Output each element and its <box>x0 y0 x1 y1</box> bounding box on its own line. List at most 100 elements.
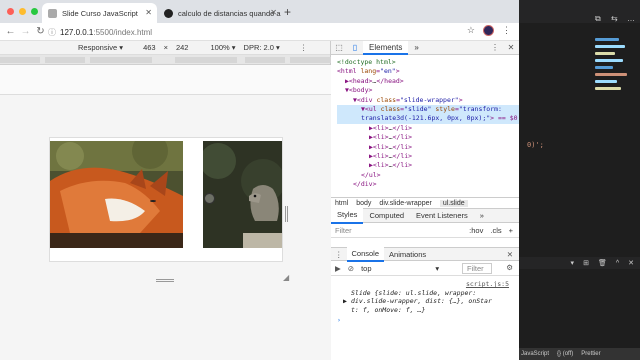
forward-icon[interactable]: → <box>18 26 33 37</box>
menu-icon[interactable]: ⋮ <box>487 43 503 52</box>
new-tab-button[interactable]: + <box>284 5 291 19</box>
editor-titlebar: ⧉ ⇆ … <box>519 0 640 23</box>
code-snippet: 0)'; <box>527 141 544 149</box>
dom-node[interactable]: ▼<body> <box>337 86 519 95</box>
media-query-bar[interactable] <box>0 55 331 65</box>
more-tabs-button[interactable]: » <box>408 41 424 55</box>
squirrel-image[interactable] <box>203 141 282 248</box>
page-icon <box>48 8 57 18</box>
styles-tab[interactable]: Computed <box>363 209 410 223</box>
styles-tab[interactable]: Styles <box>331 207 364 224</box>
tab-elements[interactable]: Elements <box>363 40 409 55</box>
device-height-input[interactable]: 242 <box>176 43 189 52</box>
console-filter-input[interactable]: Filter <box>462 263 492 274</box>
reload-icon[interactable]: ↻ <box>33 26 48 37</box>
viewport-stage: ◢ <box>0 95 331 360</box>
dom-node[interactable]: ▶<li>…</li> <box>337 124 519 133</box>
styles-tab[interactable]: Event Listeners <box>410 209 474 223</box>
cls-toggle[interactable]: .cls <box>490 226 501 235</box>
dom-node[interactable]: translate3d(-121.6px, 0px, 0px);"> == $0 <box>337 114 519 124</box>
compare-icon[interactable]: ⇆ <box>611 14 618 23</box>
dom-node[interactable]: <html lang="en"> <box>337 67 519 76</box>
device-toggle-icon[interactable]: ▯ <box>347 43 363 52</box>
tab-slide-curso[interactable]: Slide Curso JavaScript ✕ <box>42 3 157 23</box>
settings-icon[interactable]: ⚙ <box>506 263 513 272</box>
styles-tab[interactable]: » <box>474 209 490 223</box>
add-terminal-icon[interactable]: ⊞ <box>583 259 589 267</box>
maximize-icon[interactable]: ^ <box>616 260 619 267</box>
breadcrumb-item[interactable]: body <box>356 200 371 207</box>
more-options-icon[interactable]: ⋮ <box>300 43 308 52</box>
dom-tree[interactable]: <!doctype html> <html lang="en"> ▶<head>…<… <box>331 55 519 197</box>
context-select[interactable]: top ▾ <box>361 264 439 273</box>
maximize-window-button[interactable] <box>31 8 38 15</box>
star-icon[interactable]: ☆ <box>467 25 475 36</box>
close-window-button[interactable] <box>7 8 14 15</box>
breadcrumb-item[interactable]: div.slide-wrapper <box>379 200 431 207</box>
dom-node[interactable]: ▼<ul class="slide" style="transform: <box>337 105 519 115</box>
close-icon[interactable]: ✕ <box>270 8 277 17</box>
tab-animations[interactable]: Animations <box>384 248 431 261</box>
new-rule-button[interactable]: + <box>509 226 513 235</box>
styles-filter-input[interactable]: Filter <box>335 226 352 235</box>
tab-bar: Slide Curso JavaScript ✕ calculo de dist… <box>0 0 519 23</box>
trash-icon[interactable]: 🗑 <box>598 259 607 267</box>
console-prompt[interactable]: › <box>337 316 513 325</box>
close-icon[interactable]: ✕ <box>145 8 152 17</box>
github-icon <box>164 8 173 18</box>
breadcrumb-item[interactable]: ul.slide <box>439 199 468 207</box>
minimize-window-button[interactable] <box>19 8 26 15</box>
close-icon[interactable]: ✕ <box>507 250 519 259</box>
dom-node[interactable]: ▶<li>…</li> <box>337 161 519 170</box>
dom-node[interactable]: </div> <box>337 180 519 189</box>
avatar[interactable] <box>483 25 494 36</box>
dom-node[interactable]: ▶<li>…</li> <box>337 133 519 142</box>
device-mode-select[interactable]: Responsive ▾ <box>78 43 123 52</box>
console-source-link[interactable]: script.js:5 <box>337 280 513 289</box>
more-icon[interactable]: … <box>627 14 635 23</box>
dom-node[interactable]: ▶<li>…</li> <box>337 152 519 161</box>
drawer-menu-icon[interactable]: ⋮ <box>331 250 347 259</box>
console-log-line: Slide {slide: ul.slide, wrapper: <box>351 288 477 297</box>
zoom-select[interactable]: 100% ▾ <box>210 43 235 52</box>
dpr-select[interactable]: DPR: 2.0 ▾ <box>244 43 280 52</box>
times-sign: × <box>163 43 168 52</box>
console-log-line: t: f, onMove: f, …} <box>351 305 426 314</box>
tab-title: calculo de distancias quando a <box>178 8 281 18</box>
resize-handle-right[interactable] <box>285 206 288 222</box>
menu-icon[interactable]: ⋮ <box>502 25 511 36</box>
device-emulation-area: Responsive ▾ 463 × 242 100% ▾ DPR: 2.0 ▾… <box>0 41 331 360</box>
fox-image[interactable] <box>50 141 183 248</box>
close-icon[interactable]: ✕ <box>503 43 519 52</box>
breadcrumb-item[interactable]: html <box>335 200 348 207</box>
resize-handle-corner[interactable]: ◢ <box>283 273 289 282</box>
dom-node[interactable]: ▶<li>…</li> <box>337 143 519 152</box>
sidebar-toggle-icon[interactable]: ▶ <box>335 264 341 273</box>
split-terminal-icon[interactable]: ▾ <box>571 259 575 267</box>
dom-node[interactable]: ▶<head>…</head> <box>337 77 519 86</box>
language-mode[interactable]: JavaScript <box>521 351 549 357</box>
styles-filter-bar: Filter :hov .cls + <box>331 223 519 238</box>
resize-handle-bottom[interactable] <box>156 279 174 282</box>
clear-console-icon[interactable]: ⊘ <box>348 264 354 273</box>
device-width-input[interactable]: 463 <box>143 43 156 52</box>
page-top-area <box>0 65 331 95</box>
brackets-status[interactable]: {} (off) <box>557 351 573 357</box>
devtools-toolbar: ⬚ ▯ Elements » ⋮ ✕ <box>331 40 519 55</box>
dom-node[interactable]: ▼<div class="slide-wrapper"> <box>337 96 519 105</box>
dom-node[interactable]: <!doctype html> <box>337 58 519 67</box>
code-editor-background: ⧉ ⇆ … 0)'; ▾ ⊞ 🗑 ^ ✕ JavaScript {} (off)… <box>519 0 640 360</box>
tab-calculo[interactable]: calculo de distancias quando a ✕ <box>158 3 282 23</box>
dom-node[interactable]: </ul> <box>337 171 519 180</box>
hov-toggle[interactable]: :hov <box>469 226 483 235</box>
split-icon[interactable]: ⧉ <box>595 14 601 24</box>
info-icon[interactable]: ⓘ <box>48 27 56 38</box>
prettier-status[interactable]: Prettier <box>581 351 600 357</box>
tab-console[interactable]: Console <box>346 246 385 262</box>
close-icon[interactable]: ✕ <box>628 259 634 267</box>
emulated-page[interactable] <box>50 138 282 261</box>
inspect-icon[interactable]: ⬚ <box>331 43 347 52</box>
back-icon[interactable]: ← <box>3 26 18 37</box>
console-log-line[interactable]: ▶ div.slide-wrapper, dist: {…}, onStar <box>337 297 513 306</box>
address-bar[interactable]: ⓘ 127.0.0.1:5500/index.html <box>48 25 478 39</box>
